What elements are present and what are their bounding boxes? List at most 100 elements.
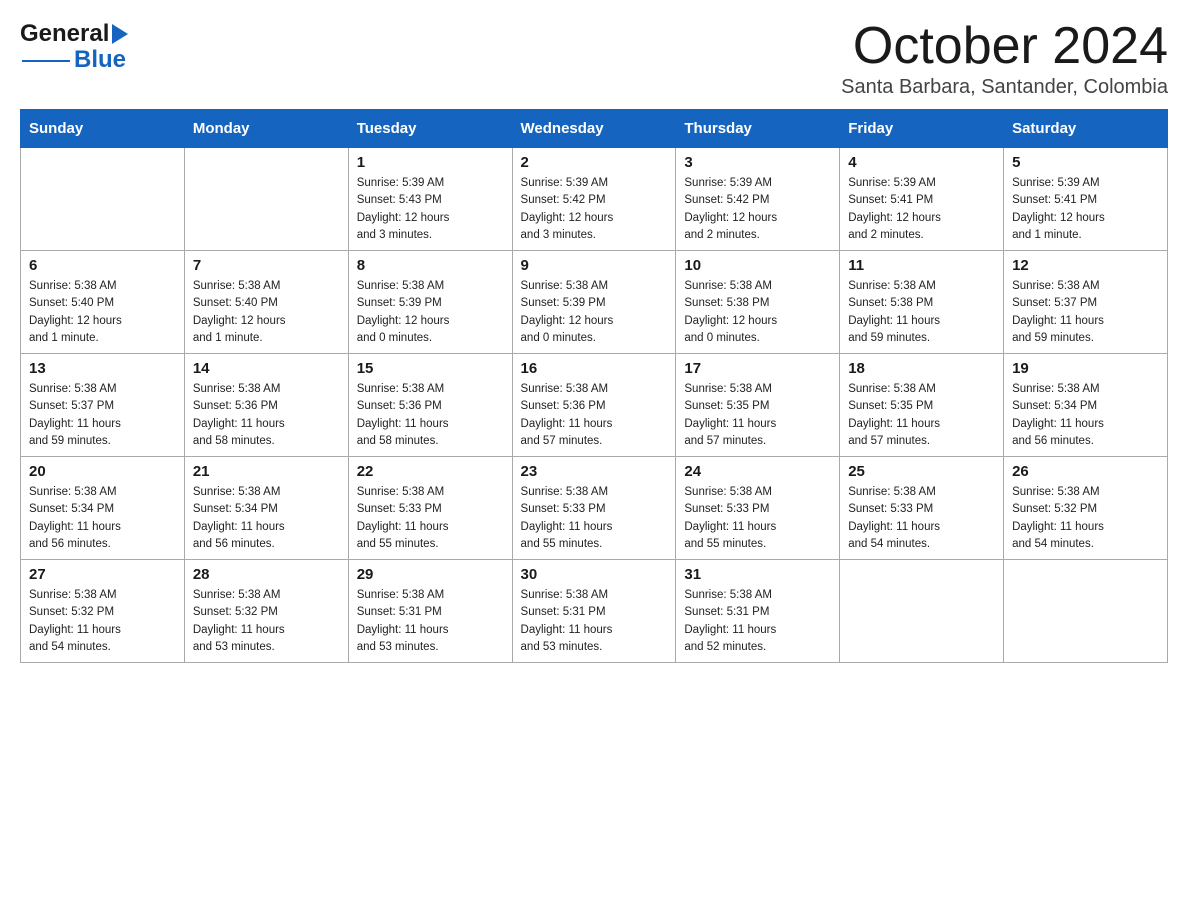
calendar-cell: 11 Sunrise: 5:38 AM Sunset: 5:38 PM Dayli… bbox=[840, 251, 1004, 354]
day-number: 2 bbox=[521, 154, 668, 171]
day-number: 4 bbox=[848, 154, 995, 171]
day-info: Sunrise: 5:39 AM Sunset: 5:43 PM Dayligh… bbox=[357, 175, 504, 244]
day-number: 21 bbox=[193, 463, 340, 480]
day-info: Sunrise: 5:38 AM Sunset: 5:34 PM Dayligh… bbox=[29, 484, 176, 553]
day-info: Sunrise: 5:38 AM Sunset: 5:31 PM Dayligh… bbox=[357, 587, 504, 656]
day-number: 13 bbox=[29, 360, 176, 377]
day-number: 30 bbox=[521, 566, 668, 583]
day-number: 3 bbox=[684, 154, 831, 171]
calendar-cell: 3 Sunrise: 5:39 AM Sunset: 5:42 PM Daylig… bbox=[676, 148, 840, 251]
week-row-5: 27 Sunrise: 5:38 AM Sunset: 5:32 PM Dayli… bbox=[21, 560, 1168, 663]
calendar-cell: 21 Sunrise: 5:38 AM Sunset: 5:34 PM Dayli… bbox=[184, 457, 348, 560]
day-info: Sunrise: 5:38 AM Sunset: 5:39 PM Dayligh… bbox=[521, 278, 668, 347]
day-info: Sunrise: 5:38 AM Sunset: 5:33 PM Dayligh… bbox=[848, 484, 995, 553]
day-info: Sunrise: 5:38 AM Sunset: 5:33 PM Dayligh… bbox=[684, 484, 831, 553]
calendar-cell: 2Sunrise: 5:39 AM Sunset: 5:42 PM Daylig… bbox=[512, 148, 676, 251]
day-number: 6 bbox=[29, 257, 176, 274]
calendar-cell: 23Sunrise: 5:38 AM Sunset: 5:33 PM Dayli… bbox=[512, 457, 676, 560]
day-number: 19 bbox=[1012, 360, 1159, 377]
day-info: Sunrise: 5:38 AM Sunset: 5:32 PM Dayligh… bbox=[1012, 484, 1159, 553]
calendar-cell bbox=[184, 148, 348, 251]
calendar-cell: 5 Sunrise: 5:39 AM Sunset: 5:41 PM Daylig… bbox=[1004, 148, 1168, 251]
logo-general-text: General bbox=[20, 20, 109, 48]
month-title: October 2024 bbox=[841, 20, 1168, 72]
calendar-cell: 13 Sunrise: 5:38 AM Sunset: 5:37 PM Dayli… bbox=[21, 354, 185, 457]
day-info: Sunrise: 5:38 AM Sunset: 5:33 PM Dayligh… bbox=[357, 484, 504, 553]
calendar-cell: 14 Sunrise: 5:38 AM Sunset: 5:36 PM Dayli… bbox=[184, 354, 348, 457]
week-row-1: 1 Sunrise: 5:39 AM Sunset: 5:43 PM Daylig… bbox=[21, 148, 1168, 251]
day-info: Sunrise: 5:38 AM Sunset: 5:40 PM Dayligh… bbox=[193, 278, 340, 347]
weekday-header-monday: Monday bbox=[184, 110, 348, 148]
calendar-cell: 15 Sunrise: 5:38 AM Sunset: 5:36 PM Dayli… bbox=[348, 354, 512, 457]
day-number: 24 bbox=[684, 463, 831, 480]
day-info: Sunrise: 5:38 AM Sunset: 5:34 PM Dayligh… bbox=[1012, 381, 1159, 450]
day-info: Sunrise: 5:38 AM Sunset: 5:39 PM Dayligh… bbox=[357, 278, 504, 347]
day-number: 25 bbox=[848, 463, 995, 480]
calendar-cell: 10Sunrise: 5:38 AM Sunset: 5:38 PM Dayli… bbox=[676, 251, 840, 354]
day-info: Sunrise: 5:38 AM Sunset: 5:40 PM Dayligh… bbox=[29, 278, 176, 347]
calendar-cell: 29 Sunrise: 5:38 AM Sunset: 5:31 PM Dayli… bbox=[348, 560, 512, 663]
calendar-cell: 22Sunrise: 5:38 AM Sunset: 5:33 PM Dayli… bbox=[348, 457, 512, 560]
calendar-cell: 25 Sunrise: 5:38 AM Sunset: 5:33 PM Dayli… bbox=[840, 457, 1004, 560]
calendar-cell bbox=[21, 148, 185, 251]
day-info: Sunrise: 5:38 AM Sunset: 5:36 PM Dayligh… bbox=[521, 381, 668, 450]
day-info: Sunrise: 5:38 AM Sunset: 5:32 PM Dayligh… bbox=[193, 587, 340, 656]
calendar-cell: 16 Sunrise: 5:38 AM Sunset: 5:36 PM Dayli… bbox=[512, 354, 676, 457]
week-row-3: 13 Sunrise: 5:38 AM Sunset: 5:37 PM Dayli… bbox=[21, 354, 1168, 457]
calendar-cell: 24 Sunrise: 5:38 AM Sunset: 5:33 PM Dayli… bbox=[676, 457, 840, 560]
calendar-cell: 20 Sunrise: 5:38 AM Sunset: 5:34 PM Dayli… bbox=[21, 457, 185, 560]
calendar-cell: 4Sunrise: 5:39 AM Sunset: 5:41 PM Daylig… bbox=[840, 148, 1004, 251]
calendar-cell: 9Sunrise: 5:38 AM Sunset: 5:39 PM Daylig… bbox=[512, 251, 676, 354]
day-info: Sunrise: 5:38 AM Sunset: 5:35 PM Dayligh… bbox=[848, 381, 995, 450]
day-info: Sunrise: 5:38 AM Sunset: 5:31 PM Dayligh… bbox=[684, 587, 831, 656]
day-number: 16 bbox=[521, 360, 668, 377]
day-number: 1 bbox=[357, 154, 504, 171]
calendar-cell: 8Sunrise: 5:38 AM Sunset: 5:39 PM Daylig… bbox=[348, 251, 512, 354]
day-info: Sunrise: 5:38 AM Sunset: 5:36 PM Dayligh… bbox=[193, 381, 340, 450]
day-number: 28 bbox=[193, 566, 340, 583]
day-info: Sunrise: 5:38 AM Sunset: 5:38 PM Dayligh… bbox=[848, 278, 995, 347]
day-number: 15 bbox=[357, 360, 504, 377]
calendar-cell: 26 Sunrise: 5:38 AM Sunset: 5:32 PM Dayli… bbox=[1004, 457, 1168, 560]
day-number: 23 bbox=[521, 463, 668, 480]
day-info: Sunrise: 5:39 AM Sunset: 5:42 PM Dayligh… bbox=[684, 175, 831, 244]
day-number: 10 bbox=[684, 257, 831, 274]
weekday-header-row: SundayMondayTuesdayWednesdayThursdayFrid… bbox=[21, 110, 1168, 148]
day-number: 11 bbox=[848, 257, 995, 274]
day-number: 27 bbox=[29, 566, 176, 583]
day-number: 5 bbox=[1012, 154, 1159, 171]
calendar-cell: 30 Sunrise: 5:38 AM Sunset: 5:31 PM Dayli… bbox=[512, 560, 676, 663]
day-number: 7 bbox=[193, 257, 340, 274]
day-info: Sunrise: 5:38 AM Sunset: 5:34 PM Dayligh… bbox=[193, 484, 340, 553]
calendar-cell: 28 Sunrise: 5:38 AM Sunset: 5:32 PM Dayli… bbox=[184, 560, 348, 663]
day-number: 31 bbox=[684, 566, 831, 583]
day-number: 12 bbox=[1012, 257, 1159, 274]
calendar-table: SundayMondayTuesdayWednesdayThursdayFrid… bbox=[20, 109, 1168, 663]
weekday-header-thursday: Thursday bbox=[676, 110, 840, 148]
day-info: Sunrise: 5:38 AM Sunset: 5:37 PM Dayligh… bbox=[1012, 278, 1159, 347]
day-number: 20 bbox=[29, 463, 176, 480]
day-number: 29 bbox=[357, 566, 504, 583]
title-section: October 2024 Santa Barbara, Santander, C… bbox=[841, 20, 1168, 99]
week-row-2: 6 Sunrise: 5:38 AM Sunset: 5:40 PM Daylig… bbox=[21, 251, 1168, 354]
day-info: Sunrise: 5:39 AM Sunset: 5:41 PM Dayligh… bbox=[1012, 175, 1159, 244]
location: Santa Barbara, Santander, Colombia bbox=[841, 76, 1168, 99]
weekday-header-friday: Friday bbox=[840, 110, 1004, 148]
calendar-cell: 17Sunrise: 5:38 AM Sunset: 5:35 PM Dayli… bbox=[676, 354, 840, 457]
day-info: Sunrise: 5:38 AM Sunset: 5:36 PM Dayligh… bbox=[357, 381, 504, 450]
weekday-header-saturday: Saturday bbox=[1004, 110, 1168, 148]
day-number: 26 bbox=[1012, 463, 1159, 480]
calendar-cell: 31 Sunrise: 5:38 AM Sunset: 5:31 PM Dayli… bbox=[676, 560, 840, 663]
day-info: Sunrise: 5:38 AM Sunset: 5:32 PM Dayligh… bbox=[29, 587, 176, 656]
week-row-4: 20 Sunrise: 5:38 AM Sunset: 5:34 PM Dayli… bbox=[21, 457, 1168, 560]
day-info: Sunrise: 5:38 AM Sunset: 5:37 PM Dayligh… bbox=[29, 381, 176, 450]
calendar-cell: 1 Sunrise: 5:39 AM Sunset: 5:43 PM Daylig… bbox=[348, 148, 512, 251]
day-number: 14 bbox=[193, 360, 340, 377]
calendar-cell: 6 Sunrise: 5:38 AM Sunset: 5:40 PM Daylig… bbox=[21, 251, 185, 354]
calendar-body: 1 Sunrise: 5:39 AM Sunset: 5:43 PM Daylig… bbox=[21, 148, 1168, 663]
day-number: 17 bbox=[684, 360, 831, 377]
logo: General Blue bbox=[20, 20, 128, 74]
day-info: Sunrise: 5:38 AM Sunset: 5:31 PM Dayligh… bbox=[521, 587, 668, 656]
day-number: 18 bbox=[848, 360, 995, 377]
calendar-cell: 7 Sunrise: 5:38 AM Sunset: 5:40 PM Daylig… bbox=[184, 251, 348, 354]
